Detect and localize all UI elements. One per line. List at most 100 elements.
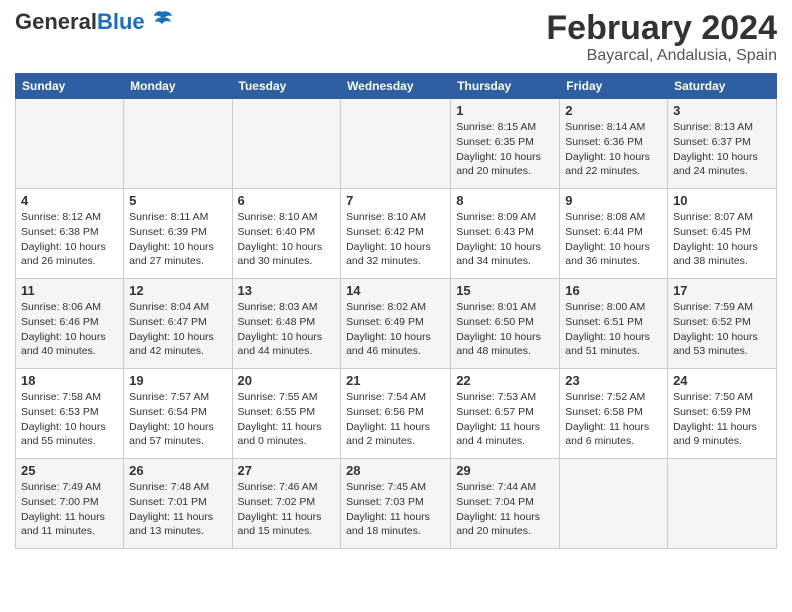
- day-cell: 11 Sunrise: 8:06 AM Sunset: 6:46 PM Dayli…: [16, 279, 124, 369]
- day-number: 21: [346, 373, 445, 388]
- day-cell: 12Sunrise: 8:04 AM Sunset: 6:47 PM Dayli…: [124, 279, 232, 369]
- day-info: Sunrise: 8:10 AM Sunset: 6:42 PM Dayligh…: [346, 210, 445, 269]
- day-info: Sunrise: 8:02 AM Sunset: 6:49 PM Dayligh…: [346, 300, 445, 359]
- day-cell: 19Sunrise: 7:57 AM Sunset: 6:54 PM Dayli…: [124, 369, 232, 459]
- day-cell: [232, 99, 341, 189]
- header: GeneralBlue February 2024 Bayarcal, Anda…: [15, 10, 777, 65]
- day-header-sunday: Sunday: [16, 74, 124, 99]
- day-info: Sunrise: 8:15 AM Sunset: 6:35 PM Dayligh…: [456, 120, 554, 179]
- day-cell: 9 Sunrise: 8:08 AM Sunset: 6:44 PM Daylig…: [560, 189, 668, 279]
- day-cell: 24 Sunrise: 7:50 AM Sunset: 6:59 PM Dayli…: [668, 369, 777, 459]
- week-row-2: 4 Sunrise: 8:12 AM Sunset: 6:38 PM Daylig…: [16, 189, 777, 279]
- day-info: Sunrise: 7:48 AM Sunset: 7:01 PM Dayligh…: [129, 480, 226, 539]
- day-cell: 15 Sunrise: 8:01 AM Sunset: 6:50 PM Dayli…: [451, 279, 560, 369]
- day-cell: [16, 99, 124, 189]
- day-cell: 20 Sunrise: 7:55 AM Sunset: 6:55 PM Dayli…: [232, 369, 341, 459]
- day-cell: 26 Sunrise: 7:48 AM Sunset: 7:01 PM Dayli…: [124, 459, 232, 549]
- day-number: 5: [129, 193, 226, 208]
- day-number: 17: [673, 283, 771, 298]
- day-number: 4: [21, 193, 118, 208]
- day-cell: 21 Sunrise: 7:54 AM Sunset: 6:56 PM Dayli…: [341, 369, 451, 459]
- day-header-friday: Friday: [560, 74, 668, 99]
- day-number: 25: [21, 463, 118, 478]
- day-header-row: SundayMondayTuesdayWednesdayThursdayFrid…: [16, 74, 777, 99]
- day-number: 23: [565, 373, 662, 388]
- day-number: 13: [238, 283, 336, 298]
- day-header-saturday: Saturday: [668, 74, 777, 99]
- day-info: Sunrise: 8:03 AM Sunset: 6:48 PM Dayligh…: [238, 300, 336, 359]
- day-number: 15: [456, 283, 554, 298]
- logo-bird-icon: [151, 10, 173, 33]
- day-cell: 10 Sunrise: 8:07 AM Sunset: 6:45 PM Dayli…: [668, 189, 777, 279]
- day-cell: 22Sunrise: 7:53 AM Sunset: 6:57 PM Dayli…: [451, 369, 560, 459]
- logo-general: General: [15, 9, 97, 34]
- day-number: 14: [346, 283, 445, 298]
- day-number: 20: [238, 373, 336, 388]
- day-header-thursday: Thursday: [451, 74, 560, 99]
- day-number: 18: [21, 373, 118, 388]
- week-row-1: 1 Sunrise: 8:15 AM Sunset: 6:35 PM Daylig…: [16, 99, 777, 189]
- day-cell: 2 Sunrise: 8:14 AM Sunset: 6:36 PM Daylig…: [560, 99, 668, 189]
- day-cell: [124, 99, 232, 189]
- day-info: Sunrise: 8:06 AM Sunset: 6:46 PM Dayligh…: [21, 300, 118, 359]
- day-cell: 4 Sunrise: 8:12 AM Sunset: 6:38 PM Daylig…: [16, 189, 124, 279]
- day-info: Sunrise: 7:53 AM Sunset: 6:57 PM Dayligh…: [456, 390, 554, 449]
- day-cell: [668, 459, 777, 549]
- day-number: 11: [21, 283, 118, 298]
- day-number: 19: [129, 373, 226, 388]
- location-title: Bayarcal, Andalusia, Spain: [546, 47, 777, 65]
- logo-blue: Blue: [97, 9, 145, 34]
- day-info: Sunrise: 7:54 AM Sunset: 6:56 PM Dayligh…: [346, 390, 445, 449]
- day-info: Sunrise: 8:09 AM Sunset: 6:43 PM Dayligh…: [456, 210, 554, 269]
- day-info: Sunrise: 7:45 AM Sunset: 7:03 PM Dayligh…: [346, 480, 445, 539]
- calendar-table: SundayMondayTuesdayWednesdayThursdayFrid…: [15, 73, 777, 549]
- day-header-tuesday: Tuesday: [232, 74, 341, 99]
- day-info: Sunrise: 7:49 AM Sunset: 7:00 PM Dayligh…: [21, 480, 118, 539]
- day-cell: 23Sunrise: 7:52 AM Sunset: 6:58 PM Dayli…: [560, 369, 668, 459]
- day-cell: 7 Sunrise: 8:10 AM Sunset: 6:42 PM Daylig…: [341, 189, 451, 279]
- day-info: Sunrise: 7:50 AM Sunset: 6:59 PM Dayligh…: [673, 390, 771, 449]
- day-cell: [341, 99, 451, 189]
- month-title: February 2024: [546, 10, 777, 47]
- day-cell: 3 Sunrise: 8:13 AM Sunset: 6:37 PM Daylig…: [668, 99, 777, 189]
- day-info: Sunrise: 8:08 AM Sunset: 6:44 PM Dayligh…: [565, 210, 662, 269]
- day-number: 1: [456, 103, 554, 118]
- day-cell: 28Sunrise: 7:45 AM Sunset: 7:03 PM Dayli…: [341, 459, 451, 549]
- day-info: Sunrise: 8:07 AM Sunset: 6:45 PM Dayligh…: [673, 210, 771, 269]
- day-info: Sunrise: 8:11 AM Sunset: 6:39 PM Dayligh…: [129, 210, 226, 269]
- day-info: Sunrise: 7:55 AM Sunset: 6:55 PM Dayligh…: [238, 390, 336, 449]
- day-number: 24: [673, 373, 771, 388]
- day-cell: 29 Sunrise: 7:44 AM Sunset: 7:04 PM Dayli…: [451, 459, 560, 549]
- day-cell: 18 Sunrise: 7:58 AM Sunset: 6:53 PM Dayli…: [16, 369, 124, 459]
- day-cell: 1 Sunrise: 8:15 AM Sunset: 6:35 PM Daylig…: [451, 99, 560, 189]
- day-number: 9: [565, 193, 662, 208]
- day-number: 29: [456, 463, 554, 478]
- day-header-monday: Monday: [124, 74, 232, 99]
- day-number: 10: [673, 193, 771, 208]
- day-number: 7: [346, 193, 445, 208]
- day-number: 26: [129, 463, 226, 478]
- week-row-3: 11 Sunrise: 8:06 AM Sunset: 6:46 PM Dayli…: [16, 279, 777, 369]
- day-info: Sunrise: 7:44 AM Sunset: 7:04 PM Dayligh…: [456, 480, 554, 539]
- day-info: Sunrise: 7:59 AM Sunset: 6:52 PM Dayligh…: [673, 300, 771, 359]
- day-cell: 17 Sunrise: 7:59 AM Sunset: 6:52 PM Dayli…: [668, 279, 777, 369]
- title-area: February 2024 Bayarcal, Andalusia, Spain: [546, 10, 777, 65]
- day-number: 2: [565, 103, 662, 118]
- day-cell: 14 Sunrise: 8:02 AM Sunset: 6:49 PM Dayli…: [341, 279, 451, 369]
- day-number: 3: [673, 103, 771, 118]
- day-info: Sunrise: 7:58 AM Sunset: 6:53 PM Dayligh…: [21, 390, 118, 449]
- day-cell: 25 Sunrise: 7:49 AM Sunset: 7:00 PM Dayli…: [16, 459, 124, 549]
- day-info: Sunrise: 8:01 AM Sunset: 6:50 PM Dayligh…: [456, 300, 554, 359]
- day-info: Sunrise: 8:14 AM Sunset: 6:36 PM Dayligh…: [565, 120, 662, 179]
- logo: GeneralBlue: [15, 10, 173, 33]
- week-row-4: 18 Sunrise: 7:58 AM Sunset: 6:53 PM Dayli…: [16, 369, 777, 459]
- day-info: Sunrise: 7:46 AM Sunset: 7:02 PM Dayligh…: [238, 480, 336, 539]
- day-header-wednesday: Wednesday: [341, 74, 451, 99]
- day-number: 12: [129, 283, 226, 298]
- day-info: Sunrise: 8:00 AM Sunset: 6:51 PM Dayligh…: [565, 300, 662, 359]
- day-cell: 27Sunrise: 7:46 AM Sunset: 7:02 PM Dayli…: [232, 459, 341, 549]
- day-info: Sunrise: 8:12 AM Sunset: 6:38 PM Dayligh…: [21, 210, 118, 269]
- day-number: 8: [456, 193, 554, 208]
- day-number: 6: [238, 193, 336, 208]
- day-info: Sunrise: 8:13 AM Sunset: 6:37 PM Dayligh…: [673, 120, 771, 179]
